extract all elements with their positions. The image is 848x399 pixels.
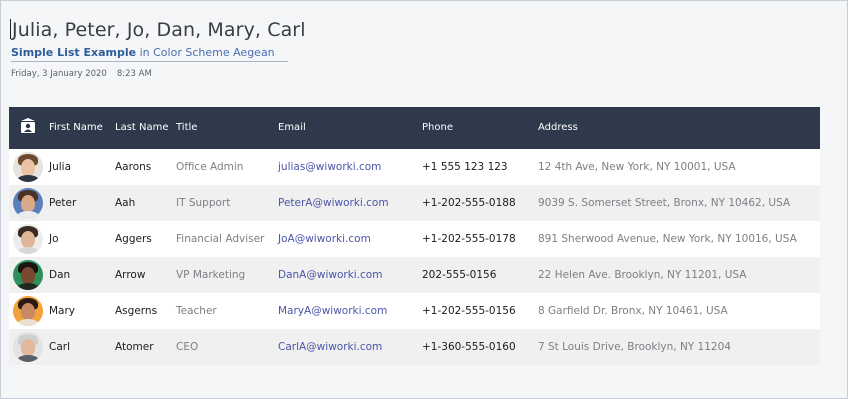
- title-cell: Office Admin: [176, 161, 244, 173]
- peter-avatar: [13, 188, 43, 218]
- avatar-cell: [9, 257, 47, 293]
- header-email[interactable]: Email: [276, 107, 420, 149]
- last-name-cell: Aggers: [115, 233, 152, 245]
- first-name-cell: Julia: [49, 161, 72, 173]
- header-first-name[interactable]: First Name: [47, 107, 113, 149]
- table-row[interactable]: Peter Aah IT Support PeterA@wiworki.com …: [9, 185, 820, 221]
- avatar-cell: [9, 149, 47, 185]
- avatar-cell: [9, 221, 47, 257]
- table-header-row: First Name Last Name Title Email Phone A…: [9, 107, 820, 149]
- header-title[interactable]: Title: [174, 107, 276, 149]
- dan-avatar: [13, 260, 43, 290]
- title-cell: IT Support: [176, 197, 231, 209]
- header-address[interactable]: Address: [536, 107, 820, 149]
- header-icon-cell: [9, 107, 47, 149]
- mary-avatar: [13, 296, 43, 326]
- email-link[interactable]: MaryA@wiworki.com: [276, 293, 420, 329]
- table-row[interactable]: Carl Atomer CEO CarlA@wiworki.com +1-360…: [9, 329, 820, 365]
- phone-cell: +1 555 123 123: [422, 161, 508, 173]
- phone-cell: +1-202-555-0156: [422, 305, 516, 317]
- first-name-cell: Jo: [49, 233, 59, 245]
- phone-cell: +1-360-555-0160: [422, 341, 516, 353]
- julia-avatar: [13, 152, 43, 182]
- title-cell: CEO: [176, 341, 199, 353]
- phone-cell: +1-202-555-0188: [422, 197, 516, 209]
- avatar-cell: [9, 185, 47, 221]
- title-cell: VP Marketing: [176, 269, 246, 281]
- address-cell: 7 St Louis Drive, Brooklyn, NY 11204: [538, 341, 731, 353]
- table-row[interactable]: Dan Arrow VP Marketing DanA@wiworki.com …: [9, 257, 820, 293]
- table-row[interactable]: Jo Aggers Financial Adviser JoA@wiworki.…: [9, 221, 820, 257]
- carl-avatar: [13, 332, 43, 362]
- last-name-cell: Aarons: [115, 161, 152, 173]
- title-cell: Financial Adviser: [176, 233, 265, 245]
- document-subtitle: Simple List Example in Color Scheme Aege…: [11, 46, 288, 62]
- last-name-cell: Atomer: [115, 341, 154, 353]
- email-link[interactable]: DanA@wiworki.com: [276, 257, 420, 293]
- date-line: Friday, 3 January 2020 8:23 AM: [11, 69, 152, 79]
- address-cell: 891 Sherwood Avenue, New York, NY 10016,…: [538, 233, 797, 245]
- first-name-cell: Mary: [49, 305, 76, 317]
- table-row[interactable]: Julia Aarons Office Admin julias@wiworki…: [9, 149, 820, 185]
- title-cell: Teacher: [176, 305, 217, 317]
- address-cell: 12 4th Ave, New York, NY 10001, USA: [538, 161, 736, 173]
- phone-cell: 202-555-0156: [422, 269, 497, 281]
- avatar-cell: [9, 329, 47, 365]
- document-title-text[interactable]: Julia, Peter, Jo, Dan, Mary, Carl: [12, 19, 306, 41]
- last-name-cell: Aah: [115, 197, 136, 209]
- email-link[interactable]: PeterA@wiworki.com: [276, 185, 420, 221]
- subtitle-rest: in Color Scheme Aegean: [136, 46, 275, 59]
- contact-card-icon: [21, 118, 35, 133]
- last-name-cell: Asgerns: [115, 305, 158, 317]
- contact-table: First Name Last Name Title Email Phone A…: [9, 107, 820, 365]
- header-phone[interactable]: Phone: [420, 107, 536, 149]
- header-last-name[interactable]: Last Name: [113, 107, 174, 149]
- email-link[interactable]: JoA@wiworki.com: [276, 221, 420, 257]
- email-link[interactable]: CarlA@wiworki.com: [276, 329, 420, 365]
- address-cell: 8 Garfield Dr. Bronx, NY 10461, USA: [538, 305, 728, 317]
- table-row[interactable]: Mary Asgerns Teacher MaryA@wiworki.com +…: [9, 293, 820, 329]
- date-text: Friday, 3 January 2020: [11, 69, 107, 79]
- email-link[interactable]: julias@wiworki.com: [276, 149, 420, 185]
- first-name-cell: Carl: [49, 341, 70, 353]
- last-name-cell: Arrow: [115, 269, 146, 281]
- time-text: 8:23 AM: [116, 69, 152, 79]
- jo-avatar: [13, 224, 43, 254]
- first-name-cell: Dan: [49, 269, 71, 281]
- avatar-cell: [9, 293, 47, 329]
- text-cursor: [10, 19, 11, 39]
- address-cell: 22 Helen Ave. Brooklyn, NY 11201, USA: [538, 269, 747, 281]
- first-name-cell: Peter: [49, 197, 77, 209]
- address-cell: 9039 S. Somerset Street, Bronx, NY 10462…: [538, 197, 791, 209]
- document-title[interactable]: Julia, Peter, Jo, Dan, Mary, Carl: [10, 19, 306, 41]
- phone-cell: +1-202-555-0178: [422, 233, 516, 245]
- subtitle-bold: Simple List Example: [11, 46, 137, 59]
